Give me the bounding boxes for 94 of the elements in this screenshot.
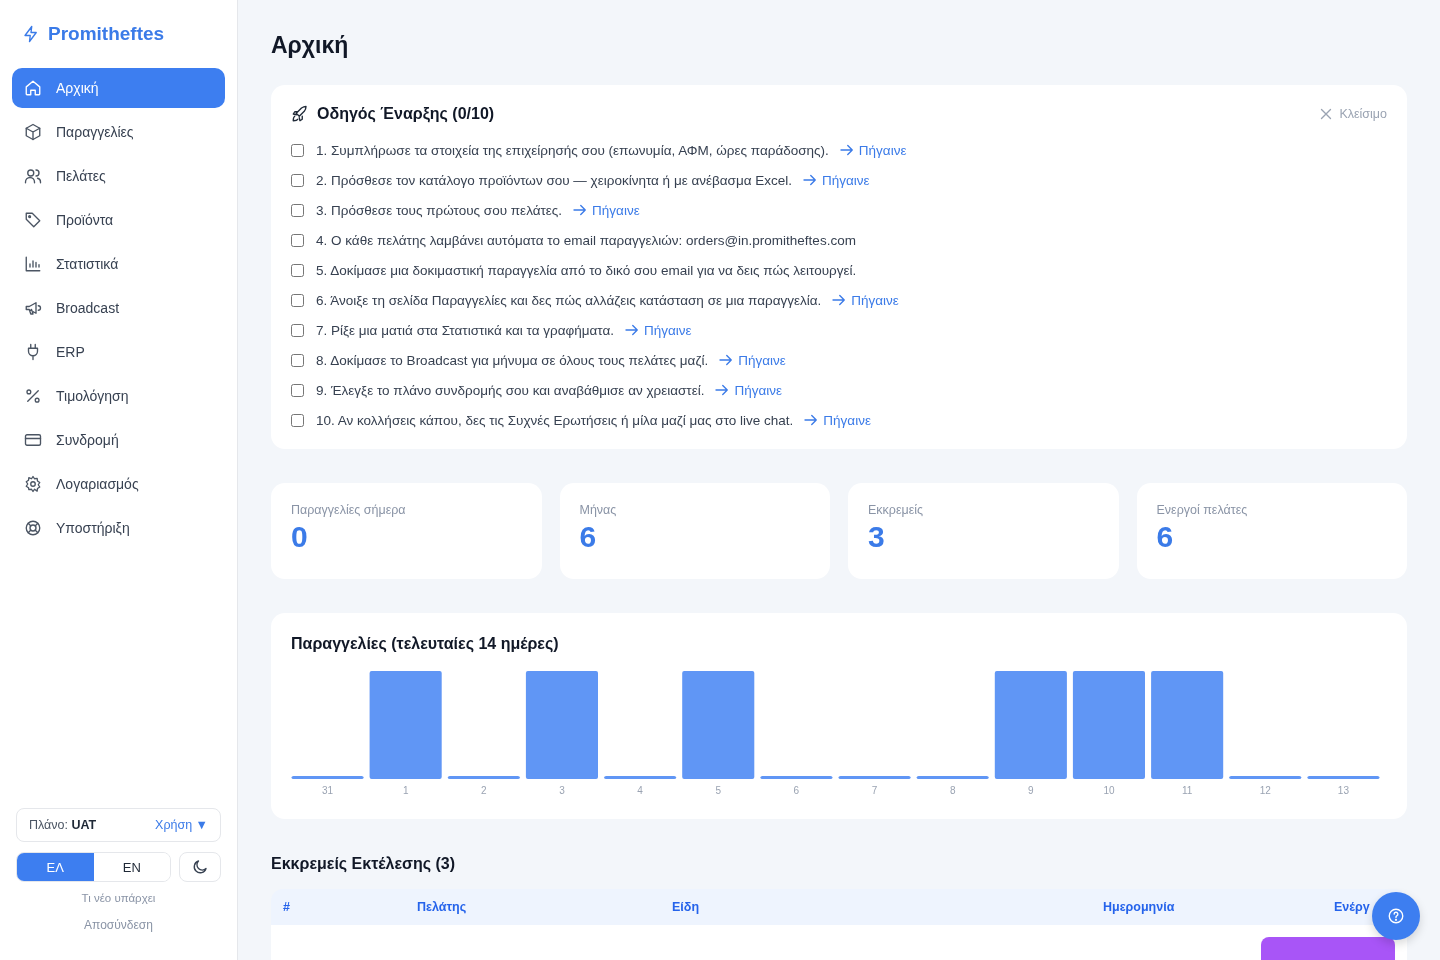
go-link[interactable]: Πήγαινε	[713, 381, 783, 399]
stat-value: 6	[579, 522, 598, 552]
stat-label: Ενεργοί πελάτες	[1156, 503, 1249, 517]
step-text: 7. Ρίξε μια ματιά στα Στατιστικά και τα γραφήματα.	[316, 322, 615, 338]
usage-link[interactable]: Χρήση ▼	[155, 818, 208, 832]
axis-label: 3	[559, 785, 565, 796]
axis-label: 7	[871, 785, 878, 796]
axis-label: 11	[1181, 785, 1193, 796]
step-text: 10. Αν κολλήσεις κάπου, δες τις Συχνές Ερωτήσεις ή μίλα μαζί μας στο live chat.	[316, 412, 794, 428]
step-text: 1. Συμπλήρωσε τα στοιχεία της επιχείρησής σου (επωνυμία, ΑΦΜ, ώρες παράδοσης).	[316, 142, 829, 158]
go-link[interactable]: Πήγαινε	[801, 171, 870, 189]
lifebuoy-icon	[24, 519, 42, 537]
go-link[interactable]: Πήγαινε	[717, 351, 786, 369]
sidebar-item[interactable]: Τιμολόγηση	[12, 376, 225, 416]
step-text: 6. Άνοιξε τη σελίδα Παραγγελίες και δες πώς αλλάζεις κατάσταση σε μια παραγγελία.	[316, 292, 822, 308]
onboarding-title: Οδηγός Έναρξης (0/10)	[317, 105, 496, 123]
stat-value: 0	[291, 522, 309, 552]
column-header: Ημερομηνία	[1103, 899, 1176, 914]
axis-label: 1	[402, 785, 409, 796]
axis-label: 6	[793, 785, 800, 796]
step-checkbox[interactable]	[291, 383, 304, 397]
help-button[interactable]	[1372, 892, 1420, 940]
step-checkbox[interactable]	[291, 263, 304, 277]
sidebar-item[interactable]: Λογαριασμός	[12, 464, 225, 504]
step-checkbox[interactable]	[291, 293, 304, 307]
axis-label: 9	[1028, 785, 1034, 796]
column-header: #	[283, 899, 291, 914]
action-button[interactable]	[1261, 936, 1395, 960]
theme-toggle-button[interactable]	[179, 852, 221, 882]
box-icon	[24, 123, 42, 141]
step-checkbox[interactable]	[291, 413, 304, 427]
credit-card-icon	[24, 431, 42, 449]
help-icon	[1387, 907, 1405, 925]
logout-link[interactable]: Αποσύνδεση	[84, 918, 153, 932]
column-header: Ενέργ	[1334, 899, 1371, 914]
rocket-icon	[291, 105, 309, 123]
page-title: Αρχική	[271, 32, 350, 59]
step-text: 4. Ο κάθε πελάτης λαμβάνει αυτόματα το email παραγγελιών: orders@in.promitheftes.com	[316, 232, 856, 248]
section-title: Εκκρεμείς Εκτέλεσης (3)	[271, 855, 457, 873]
axis-label: 31	[322, 785, 334, 796]
step-checkbox[interactable]	[291, 173, 304, 187]
sidebar-item[interactable]: Υποστήριξη	[12, 508, 225, 548]
stat-value: 6	[1156, 522, 1175, 552]
step-checkbox[interactable]	[291, 203, 304, 217]
axis-label: 10	[1103, 785, 1115, 796]
sidebar-item[interactable]: Στατιστικά	[12, 244, 225, 284]
go-link[interactable]: Πήγαινε	[802, 411, 871, 429]
go-link[interactable]: Πήγαινε	[830, 291, 899, 309]
percent-icon	[24, 387, 42, 405]
brand-name: Promitheftes	[48, 23, 165, 45]
stat-label: Εκκρεμείς	[868, 503, 925, 517]
step-text: 3. Πρόσθεσε τους πρώτους σου πελάτες.	[316, 202, 563, 218]
stat-label: Μήνας	[579, 503, 618, 517]
go-link[interactable]: Πήγαινε	[571, 201, 640, 219]
step-checkbox[interactable]	[291, 143, 304, 157]
axis-label: 12	[1259, 785, 1271, 796]
step-text: 8. Δοκίμασε το Broadcast για μήνυμα σε όλους τους πελάτες μαζί.	[316, 352, 709, 368]
tag-icon	[24, 211, 42, 229]
axis-label: 13	[1337, 785, 1349, 796]
sidebar-item[interactable]: Πελάτες	[12, 156, 225, 196]
go-link[interactable]: Πήγαινε	[837, 141, 907, 159]
column-header: Είδη	[672, 899, 701, 914]
settings-icon	[24, 475, 42, 493]
megaphone-icon	[24, 299, 42, 317]
sidebar-item[interactable]: Παραγγελίες	[12, 112, 225, 152]
step-text: 5. Δοκίμασε μια δοκιμαστική παραγγελία από το δικό σου email για να δεις πώς λειτουργεί.	[316, 262, 857, 278]
lightning-bolt-icon	[22, 25, 40, 43]
step-checkbox[interactable]	[291, 353, 304, 367]
stat-value: 3	[868, 522, 886, 552]
close-button[interactable]: Κλείσιμο	[1317, 105, 1387, 123]
moon-icon	[191, 858, 209, 876]
users-icon	[24, 167, 42, 185]
sidebar-item[interactable]: Αρχική	[12, 68, 225, 108]
plan-label: Πλάνο: UAT	[29, 818, 97, 832]
chart-title: Παραγγελίες (τελευταίες 14 ημέρες)	[291, 635, 560, 653]
bar-chart-icon	[24, 255, 42, 273]
language-option[interactable]: ΕΛ	[17, 853, 94, 881]
step-checkbox[interactable]	[291, 233, 304, 247]
home-icon	[24, 79, 42, 97]
sidebar-item[interactable]: Συνδρομή	[12, 420, 225, 460]
axis-label: 2	[481, 785, 487, 796]
whats-new-link[interactable]: Τι νέο υπάρχει	[81, 892, 156, 904]
sidebar-item[interactable]: Broadcast	[12, 288, 225, 328]
axis-label: 5	[715, 785, 722, 796]
step-text: 2. Πρόσθεσε τον κατάλογο προϊόντων σου — χειροκίνητα ή με ανέβασμα Excel.	[316, 172, 792, 188]
axis-label: 8	[949, 785, 956, 796]
sidebar-item[interactable]: Προϊόντα	[12, 200, 225, 240]
stat-label: Παραγγελίες σήμερα	[291, 503, 407, 517]
axis-label: 4	[637, 785, 643, 796]
column-header: Πελάτης	[417, 899, 468, 914]
step-checkbox[interactable]	[291, 323, 304, 337]
go-link[interactable]: Πήγαινε	[623, 321, 692, 339]
sidebar-item[interactable]: ERP	[12, 332, 225, 372]
step-text: 9. Έλεγξε το πλάνο συνδρομής σου και αναβάθμισε αν χρειαστεί.	[316, 382, 705, 398]
